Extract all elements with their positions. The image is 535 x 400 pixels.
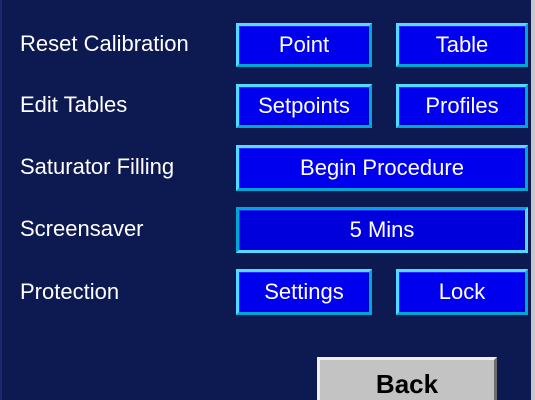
saturator-filling-label: Saturator Filling — [20, 154, 175, 179]
screensaver-duration-button[interactable]: 5 Mins — [236, 207, 528, 253]
edit-setpoints-button[interactable]: Setpoints — [236, 84, 372, 128]
protection-lock-button[interactable]: Lock — [396, 269, 528, 315]
protection-settings-button[interactable]: Settings — [236, 269, 372, 315]
left-frame — [0, 0, 2, 400]
reset-calibration-point-button[interactable]: Point — [236, 23, 372, 67]
edit-profiles-button[interactable]: Profiles — [396, 84, 528, 128]
reset-calibration-table-button[interactable]: Table — [396, 23, 528, 67]
right-frame — [531, 0, 535, 400]
settings-screen: Reset Calibration Point Table Edit Table… — [0, 0, 535, 400]
screensaver-label: Screensaver — [20, 216, 144, 241]
begin-procedure-button[interactable]: Begin Procedure — [236, 145, 528, 191]
back-button[interactable]: Back — [317, 357, 497, 400]
edit-tables-label: Edit Tables — [20, 92, 128, 117]
protection-label: Protection — [20, 279, 120, 304]
reset-calibration-label: Reset Calibration — [20, 31, 189, 56]
